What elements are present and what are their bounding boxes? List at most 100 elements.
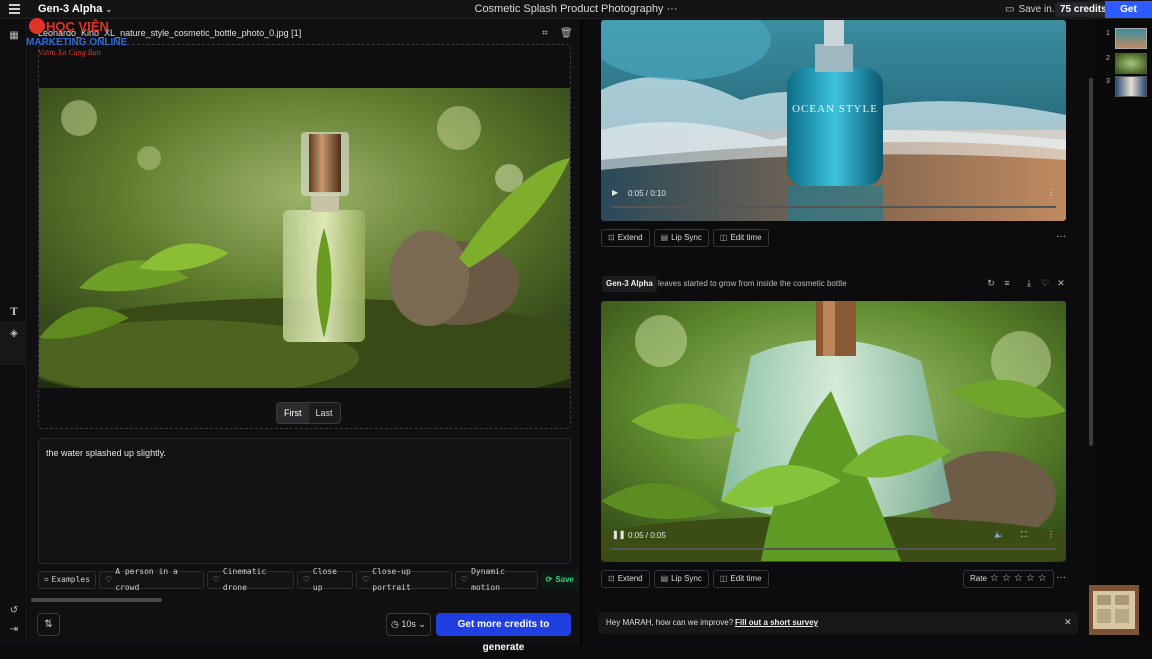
generate-button[interactable]: Get more credits to generate — [436, 613, 571, 653]
lip-sync-icon: ▤ — [660, 233, 669, 242]
credits-badge[interactable]: 75 credits — [1055, 2, 1112, 17]
suggestion-chip[interactable]: ♡ A person in a crowd — [99, 567, 204, 592]
bulb-icon: ♡ — [460, 575, 469, 584]
menu-icon[interactable] — [9, 4, 20, 14]
lip-sync-button[interactable]: ▤ Lip Sync — [653, 229, 709, 247]
input-image-green-bottle — [39, 88, 570, 388]
video-progress-bar[interactable] — [611, 206, 1056, 208]
chip-label: Close-up portrait — [372, 567, 411, 592]
rate-label: Rate — [970, 574, 987, 583]
project-title-text[interactable]: Cosmetic Splash Product Photography — [475, 3, 664, 15]
edit-time-button[interactable]: ◫ Edit time — [712, 570, 769, 588]
horizontal-scrollbar[interactable] — [31, 598, 162, 602]
star-icon[interactable]: ☆ — [1014, 571, 1023, 587]
more-icon[interactable]: ··· — [1056, 231, 1066, 242]
video-player-leaf-bottle[interactable]: ❚❚ 0:05 / 0:05 🔈 ⛶ ⋮ — [601, 301, 1066, 562]
video-player-ocean-bottle[interactable]: OCEAN STYLE ▶ 0:05 / 0:10 ⋮ — [601, 20, 1066, 221]
text-mode-icon[interactable]: T — [8, 307, 20, 319]
suggestion-chip[interactable]: ♡ Dynamic motion — [454, 567, 538, 592]
save-in-label: Save in... — [1018, 4, 1061, 15]
regenerate-icon[interactable]: ↻ — [986, 278, 996, 288]
edit-time-icon: ◫ — [719, 233, 728, 242]
edit-time-label: Edit time — [730, 574, 762, 583]
edit-time-icon: ◫ — [719, 574, 728, 583]
duration-select[interactable]: ◷ 10s ⌄ — [386, 613, 431, 636]
history-icon[interactable]: ↺ — [8, 605, 20, 617]
generation-model-tag: Gen-3 Alpha — [602, 276, 657, 292]
chip-label: A person in a crowd — [115, 567, 178, 592]
top-bar: Gen-3 Alpha ⌄ Cosmetic Splash Product Ph… — [0, 0, 1152, 32]
extend-label: Extend — [617, 574, 643, 583]
extend-icon: ⊡ — [608, 233, 615, 242]
model-name: Gen-3 Alpha — [38, 3, 103, 15]
lip-sync-button[interactable]: ▤ Lip Sync — [653, 570, 709, 588]
more-icon[interactable]: ··· — [1056, 572, 1066, 583]
star-icon[interactable]: ☆ — [1026, 571, 1035, 587]
more-options-icon[interactable]: ⋮ — [1047, 530, 1055, 539]
suggestion-chip[interactable]: ♡ Close up — [296, 567, 354, 592]
grid-icon[interactable]: ▦ — [8, 30, 20, 42]
more-options-icon[interactable]: ⋮ — [1047, 188, 1055, 197]
close-icon[interactable]: ✕ — [1064, 617, 1072, 628]
trash-icon[interactable]: 🗑 — [560, 28, 573, 39]
download-icon[interactable]: ⤓ — [1024, 278, 1034, 288]
file-name: Leonardo_Kino_XL_nature_style_cosmetic_b… — [38, 28, 302, 38]
image-frame[interactable]: First Last — [38, 44, 571, 429]
reuse-prompt-icon[interactable]: ≡ — [1002, 278, 1012, 288]
star-icon[interactable]: ☆ — [1038, 571, 1047, 587]
lip-sync-icon: ▤ — [660, 574, 669, 583]
suggestion-chip[interactable]: ♡ Close-up portrait — [356, 567, 452, 592]
thumbnail-person[interactable] — [1115, 76, 1147, 97]
layers-icon[interactable]: ◈ — [8, 328, 20, 340]
sliders-icon: ⇅ — [44, 619, 53, 630]
left-rail: ▦ T ◈ ↺ ⇥ — [0, 20, 27, 645]
volume-icon[interactable]: 🔈 — [994, 530, 1004, 539]
bulb-icon: ♡ — [212, 575, 220, 584]
extend-button[interactable]: ⊡ Extend — [601, 229, 650, 247]
bulb-icon: ♡ — [362, 575, 370, 584]
duration-value: 10s — [401, 619, 416, 629]
last-frame-tab[interactable]: Last — [309, 403, 340, 423]
extend-button[interactable]: ⊡ Extend — [601, 570, 650, 588]
crop-icon[interactable]: ⌗ — [542, 28, 552, 39]
video-time: 0:05 / 0:05 — [628, 531, 666, 540]
pause-icon[interactable]: ❚❚ — [612, 530, 625, 539]
rate-control: Rate ☆ ☆ ☆ ☆ ☆ — [963, 570, 1054, 588]
play-icon[interactable]: ▶ — [612, 188, 618, 197]
video2-actions: ⊡ Extend ▤ Lip Sync ◫ Edit time — [601, 570, 769, 588]
prompt-suggestions: ⌗ Examples ♡ A person in a crowd ♡ Cinemati… — [38, 567, 579, 592]
webcam-overlay — [1089, 585, 1139, 635]
vertical-scrollbar[interactable] — [1089, 78, 1093, 446]
prompt-textarea[interactable]: the water splashed up slightly. — [38, 438, 571, 564]
prompt-text: the water splashed up slightly. — [46, 448, 166, 458]
fullscreen-icon[interactable]: ⛶ — [1021, 530, 1027, 540]
title-more-icon[interactable]: ··· — [667, 3, 678, 15]
save-label: Save — [555, 575, 574, 584]
heart-icon[interactable]: ♡ — [1040, 278, 1050, 288]
thumbnail-strip: 1 2 3 — [1095, 20, 1152, 645]
chip-label: Close up — [312, 567, 337, 592]
collapse-panel-icon[interactable]: ⇥ — [8, 624, 20, 636]
examples-chip[interactable]: ⌗ Examples — [38, 571, 97, 589]
survey-question: Hey MARAH, how can we improve? — [606, 618, 734, 627]
bulb-icon: ♡ — [105, 575, 113, 584]
first-frame-tab[interactable]: First — [277, 403, 309, 423]
thumbnail-ocean[interactable] — [1115, 28, 1147, 49]
video-progress-bar[interactable] — [611, 548, 1056, 550]
extend-icon: ⊡ — [608, 574, 615, 583]
chip-label: Cinematic drone — [222, 567, 267, 592]
get-credits-button[interactable]: Get credits — [1105, 1, 1152, 32]
star-icon[interactable]: ☆ — [1002, 571, 1011, 587]
video1-actions: ⊡ Extend ▤ Lip Sync ◫ Edit time — [601, 229, 769, 247]
survey-link[interactable]: Fill out a short survey — [735, 618, 818, 627]
settings-sliders-button[interactable]: ⇅ — [37, 613, 60, 636]
bulb-icon: ♡ — [302, 575, 310, 584]
close-icon[interactable]: ✕ — [1056, 278, 1066, 288]
star-icon[interactable]: ☆ — [990, 571, 999, 587]
project-title: Cosmetic Splash Product Photography ··· — [0, 3, 1152, 15]
model-selector[interactable]: Gen-3 Alpha ⌄ — [38, 3, 112, 15]
thumbnail-leaves[interactable] — [1115, 53, 1147, 74]
edit-time-button[interactable]: ◫ Edit time — [712, 229, 769, 247]
suggestion-chip[interactable]: ♡ Cinematic drone — [206, 567, 294, 592]
save-prompt-button[interactable]: ⟳ Save — [540, 571, 579, 589]
